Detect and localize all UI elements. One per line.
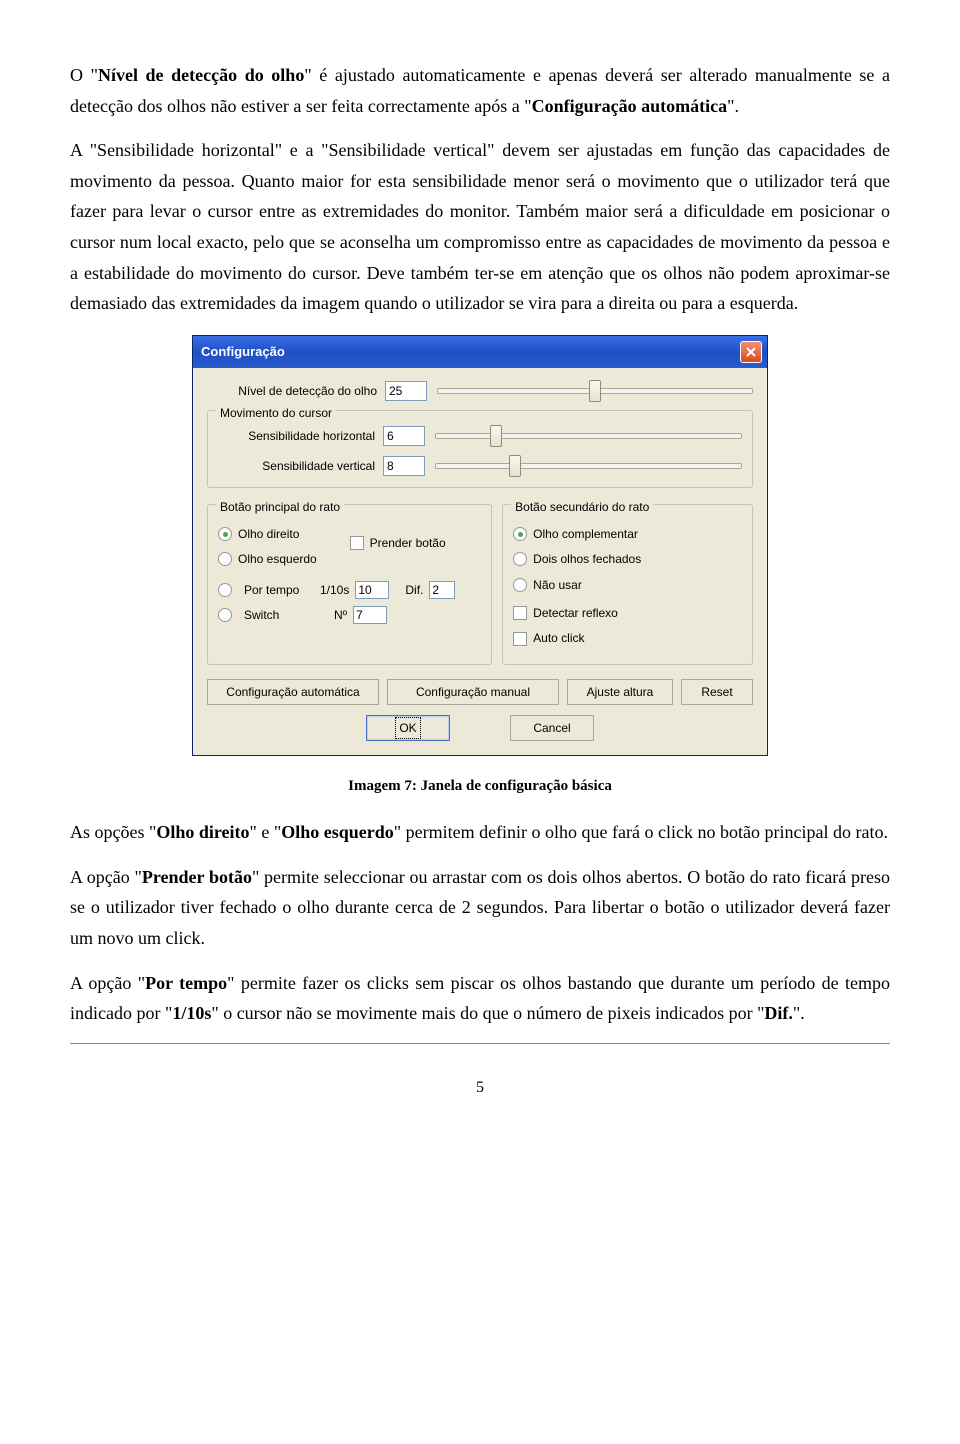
- close-icon: [746, 347, 756, 357]
- time-input[interactable]: 10: [355, 581, 389, 599]
- eye-detection-slider[interactable]: [437, 380, 753, 402]
- cancel-button[interactable]: Cancel: [510, 715, 594, 741]
- primary-button-group: Botão principal do rato Olho direito Olh…: [207, 504, 492, 665]
- manual-config-button[interactable]: Configuração manual: [387, 679, 559, 705]
- paragraph: A opção "Por tempo" permite fazer os cli…: [70, 968, 890, 1029]
- adjust-height-button[interactable]: Ajuste altura: [567, 679, 673, 705]
- radio-icon: [513, 527, 527, 541]
- paragraph: O "Nível de detecção do olho" é ajustado…: [70, 60, 890, 121]
- switch-option[interactable]: Switch: [244, 605, 314, 625]
- radio-icon: [218, 527, 232, 541]
- horiz-sens-input[interactable]: 6: [383, 426, 425, 446]
- dont-use-option[interactable]: Não usar: [513, 575, 742, 595]
- secondary-button-group: Botão secundário do rato Olho complement…: [502, 504, 753, 665]
- paragraph: A opção "Prender botão" permite seleccio…: [70, 862, 890, 954]
- hold-button-checkbox[interactable]: Prender botão: [350, 533, 482, 553]
- radio-icon[interactable]: [218, 583, 232, 597]
- page-number: 5: [70, 1074, 890, 1101]
- left-eye-option[interactable]: Olho esquerdo: [218, 549, 350, 569]
- vert-sens-label: Sensibilidade vertical: [218, 456, 383, 476]
- dialog-titlebar: Configuração: [193, 336, 767, 368]
- radio-icon[interactable]: [218, 608, 232, 622]
- auto-config-button[interactable]: Configuração automática: [207, 679, 379, 705]
- checkbox-icon: [350, 536, 364, 550]
- eye-detection-input[interactable]: 25: [385, 381, 427, 401]
- vert-sens-input[interactable]: 8: [383, 456, 425, 476]
- horiz-sens-label: Sensibilidade horizontal: [218, 426, 383, 446]
- ok-button[interactable]: OK: [366, 715, 450, 741]
- right-eye-option[interactable]: Olho direito: [218, 524, 350, 544]
- both-eyes-closed-option[interactable]: Dois olhos fechados: [513, 549, 742, 569]
- reset-button[interactable]: Reset: [681, 679, 753, 705]
- radio-icon: [513, 578, 527, 592]
- close-button[interactable]: [740, 341, 762, 363]
- checkbox-icon: [513, 632, 527, 646]
- paragraph: A "Sensibilidade horizontal" e a "Sensib…: [70, 135, 890, 319]
- complementary-eye-option[interactable]: Olho complementar: [513, 524, 742, 544]
- horiz-sens-slider[interactable]: [435, 425, 742, 447]
- dif-input[interactable]: 2: [429, 581, 455, 599]
- switch-no-input[interactable]: 7: [353, 606, 387, 624]
- vert-sens-slider[interactable]: [435, 455, 742, 477]
- config-dialog: Configuração Nível de detecção do olho 2…: [192, 335, 768, 756]
- radio-icon: [513, 552, 527, 566]
- autoclick-checkbox[interactable]: Auto click: [513, 628, 742, 648]
- eye-detection-label: Nível de detecção do olho: [207, 381, 385, 401]
- checkbox-icon: [513, 606, 527, 620]
- paragraph: As opções "Olho direito" e "Olho esquerd…: [70, 817, 890, 848]
- by-time-option[interactable]: Por tempo: [244, 580, 314, 600]
- radio-icon: [218, 552, 232, 566]
- figure-caption: Imagem 7: Janela de configuração básica: [70, 774, 890, 800]
- detect-reflex-checkbox[interactable]: Detectar reflexo: [513, 603, 742, 623]
- dialog-title: Configuração: [201, 341, 285, 363]
- page-divider: [70, 1043, 890, 1044]
- cursor-movement-group: Movimento do cursor Sensibilidade horizo…: [207, 410, 753, 488]
